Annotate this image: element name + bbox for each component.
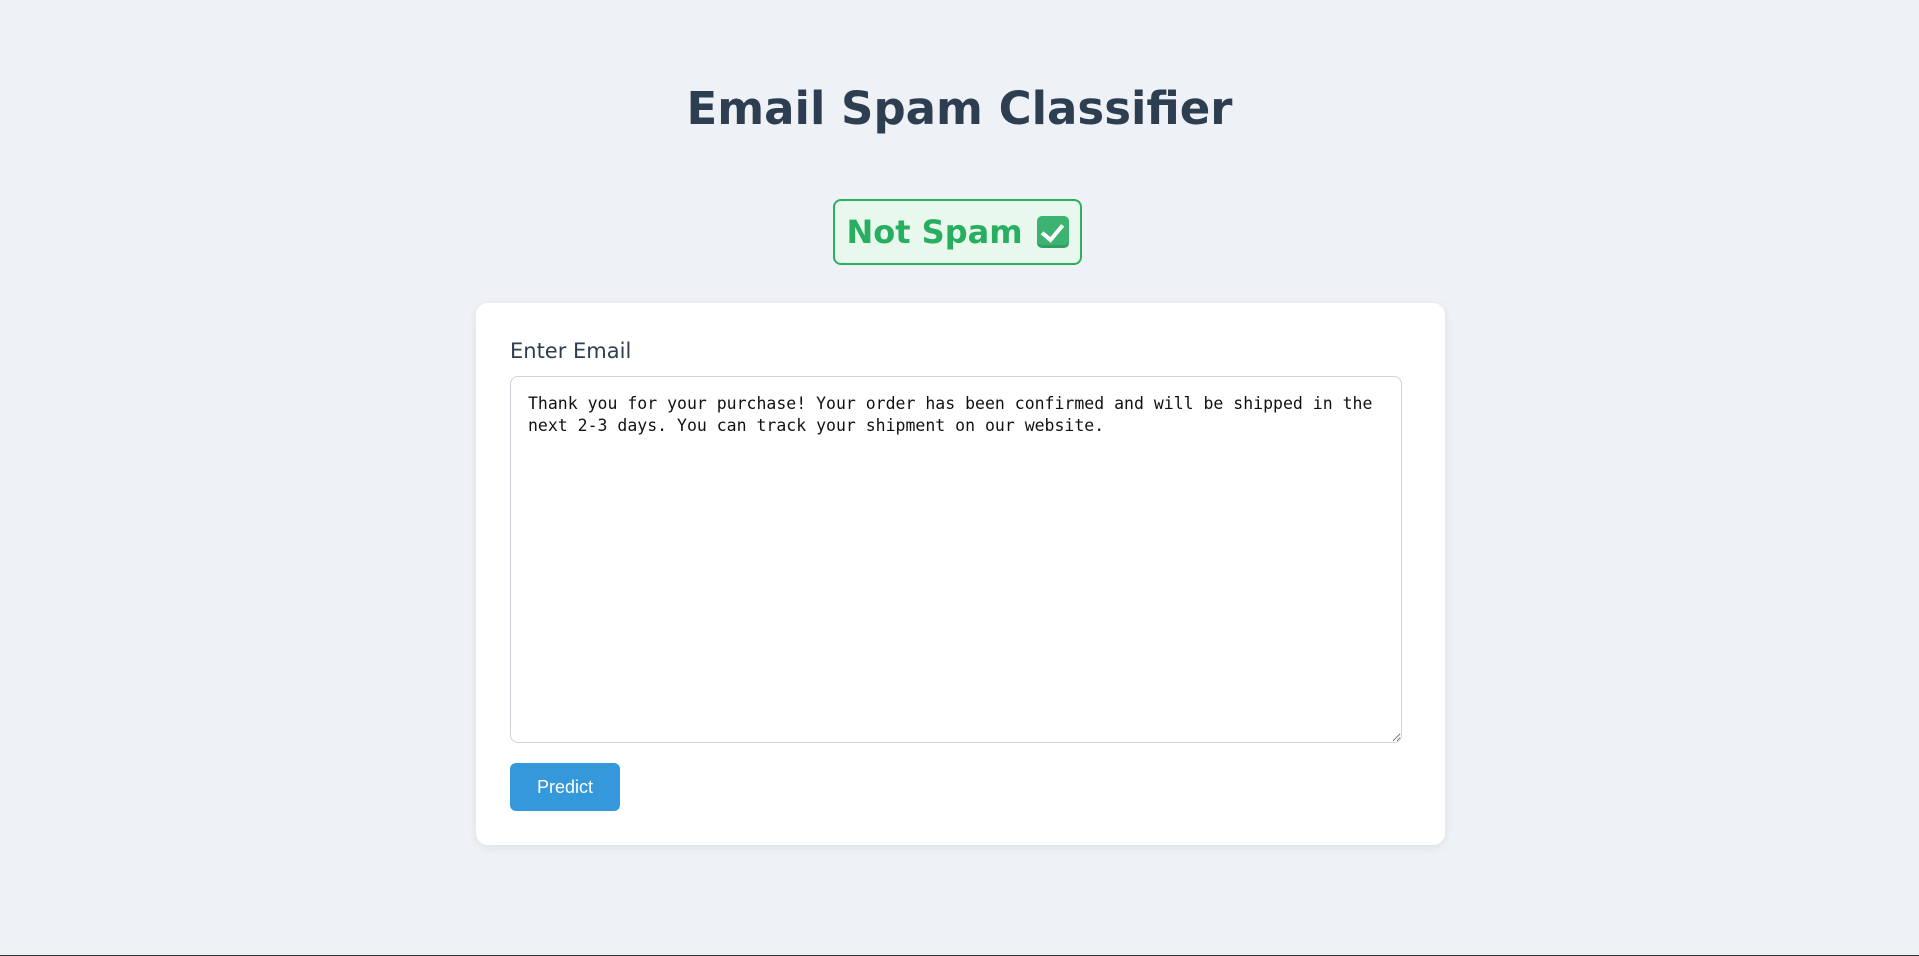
page: Email Spam Classifier Not Spam Enter Ema… — [0, 0, 1919, 956]
predict-button[interactable]: Predict — [510, 763, 620, 811]
email-textarea[interactable]: Thank you for your purchase! Your order … — [510, 376, 1402, 743]
result-badge: Not Spam — [833, 199, 1082, 265]
page-title: Email Spam Classifier — [686, 82, 1233, 135]
email-field-label: Enter Email — [510, 339, 632, 363]
check-mark-icon — [1036, 216, 1069, 248]
email-form-card: Enter Email Thank you for your purchase!… — [476, 303, 1445, 845]
result-label: Not Spam — [846, 213, 1023, 251]
